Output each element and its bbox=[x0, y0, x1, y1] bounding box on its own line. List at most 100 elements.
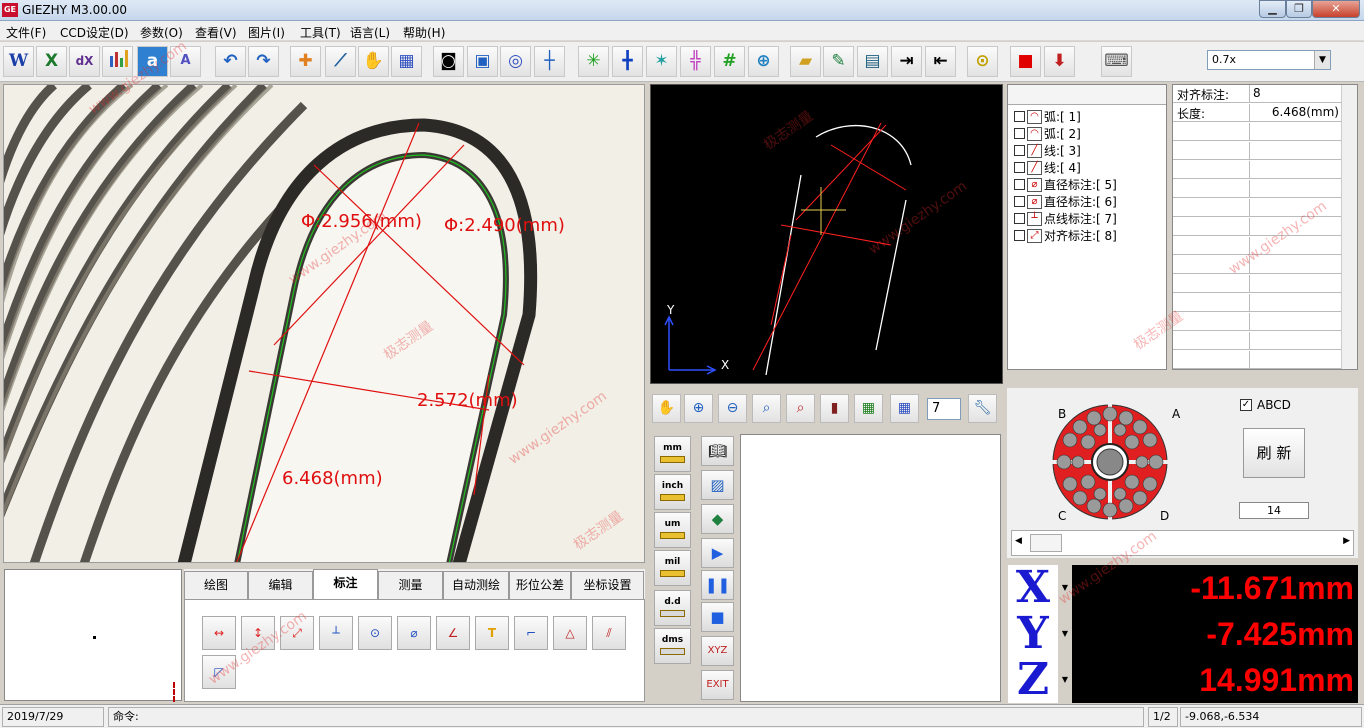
parallel-dim-icon[interactable]: ⫽ bbox=[592, 616, 626, 650]
vertical-dim-icon[interactable]: ↕ bbox=[241, 616, 275, 650]
folder-open-icon[interactable]: ▰ bbox=[790, 46, 821, 77]
image-open-icon[interactable]: ▣ bbox=[467, 46, 498, 77]
menu-tools[interactable]: 工具(T) bbox=[300, 24, 341, 41]
arc-length-icon[interactable]: ◸ bbox=[202, 655, 236, 689]
tab-draw[interactable]: 绘图 bbox=[184, 571, 248, 599]
scroll-right-icon[interactable]: ▶ bbox=[1343, 536, 1350, 546]
pan-hand-icon[interactable]: ✋ bbox=[652, 394, 681, 423]
stop-square-icon[interactable]: ■ bbox=[1010, 46, 1041, 77]
triangle-dim-icon[interactable]: △ bbox=[553, 616, 587, 650]
book-icon[interactable]: ▮ bbox=[820, 394, 849, 423]
layer-field[interactable]: 7 bbox=[927, 398, 961, 420]
list-item[interactable]: ◠ 弧:[ 1] bbox=[1014, 108, 1081, 125]
camera-capture-icon[interactable]: ◙ bbox=[433, 46, 464, 77]
list-item[interactable]: ⌀ 直径标注:[ 5] bbox=[1014, 176, 1117, 193]
camera-image-view[interactable]: Φ:2.956(mm) Φ:2.490(mm) 2.572(mm) 6.468(… bbox=[3, 84, 645, 563]
crosshair-tool-icon[interactable]: ✚ bbox=[290, 46, 321, 77]
aligned-dim-icon[interactable]: ⤢ bbox=[280, 616, 314, 650]
download-icon[interactable]: ⬇ bbox=[1044, 46, 1075, 77]
scroll-thumb[interactable] bbox=[1030, 534, 1062, 552]
open-book-icon[interactable]: 📖︎ bbox=[701, 436, 734, 466]
property-scrollbar[interactable] bbox=[1341, 85, 1357, 369]
exit-icon[interactable]: EXIT bbox=[701, 670, 734, 700]
chevron-down-icon[interactable]: ▼ bbox=[1058, 657, 1072, 703]
grid-icon[interactable]: ▦ bbox=[890, 394, 919, 423]
abcd-checkbox[interactable]: ✓ ABCD bbox=[1240, 398, 1291, 412]
tab-edit[interactable]: 编辑 bbox=[248, 571, 313, 599]
chevron-down-icon[interactable]: ▼ bbox=[1058, 611, 1072, 657]
grid-icon[interactable]: ▦ bbox=[391, 46, 422, 77]
list-item[interactable]: ⤢ 对齐标注:[ 8] bbox=[1014, 227, 1117, 244]
checkbox[interactable] bbox=[1014, 213, 1025, 224]
menu-view[interactable]: 查看(V) bbox=[195, 24, 237, 41]
list-item[interactable]: ╱ 线:[ 3] bbox=[1014, 142, 1081, 159]
list-item[interactable]: ⌀ 直径标注:[ 6] bbox=[1014, 193, 1117, 210]
tab-auto-measure[interactable]: 自动测绘 bbox=[443, 571, 509, 599]
excel-export-icon[interactable]: X bbox=[36, 46, 67, 77]
grid-cross-icon[interactable]: ╬ bbox=[680, 46, 711, 77]
menu-params[interactable]: 参数(O) bbox=[140, 24, 183, 41]
checkbox[interactable] bbox=[1014, 196, 1025, 207]
cross-line-icon[interactable]: ╋ bbox=[612, 46, 643, 77]
list-item[interactable]: ╱ 线:[ 4] bbox=[1014, 159, 1081, 176]
pick-tool-icon[interactable]: ⟋ bbox=[325, 46, 356, 77]
grid-lines-icon[interactable]: # bbox=[714, 46, 745, 77]
star-cross-icon[interactable]: ✳ bbox=[578, 46, 609, 77]
stop-icon[interactable]: ■ bbox=[701, 602, 734, 632]
unit-inch-button[interactable]: inch bbox=[654, 474, 691, 510]
minimize-button[interactable]: ▁ bbox=[1259, 0, 1286, 18]
list-item[interactable]: ┴ 点线标注:[ 7] bbox=[1014, 210, 1117, 227]
command-field[interactable]: 命令: bbox=[108, 707, 1144, 727]
checkbox[interactable] bbox=[1014, 162, 1025, 173]
property-grid[interactable]: 对齐标注: 8 长度: 6.468(mm) bbox=[1172, 84, 1358, 370]
menu-language[interactable]: 语言(L) bbox=[350, 24, 390, 41]
xyz-export-icon[interactable]: XYZ bbox=[701, 636, 734, 666]
circle-cross-icon[interactable]: ⊕ bbox=[748, 46, 779, 77]
checkbox[interactable] bbox=[1014, 179, 1025, 190]
bar-chart-icon[interactable] bbox=[102, 46, 133, 77]
leader-icon[interactable]: ⌐ bbox=[514, 616, 548, 650]
checkbox[interactable] bbox=[1014, 230, 1025, 241]
open-file-icon[interactable]: ▨ bbox=[701, 470, 734, 500]
checkbox[interactable] bbox=[1014, 128, 1025, 139]
calibrate-icon[interactable]: ⊙ bbox=[967, 46, 998, 77]
menu-file[interactable]: 文件(F) bbox=[6, 24, 46, 41]
circle-target-icon[interactable]: ◎ bbox=[500, 46, 531, 77]
menu-help[interactable]: 帮助(H) bbox=[403, 24, 445, 41]
save-disk-icon[interactable]: ◆ bbox=[701, 504, 734, 534]
zoom-window-icon[interactable]: ⌕ bbox=[786, 394, 815, 423]
checkbox[interactable]: ✓ bbox=[1240, 399, 1252, 411]
angle-dim-icon[interactable]: ∠ bbox=[436, 616, 470, 650]
edit-icon[interactable]: ✎ bbox=[823, 46, 854, 77]
pause-icon[interactable]: ❚❚ bbox=[701, 570, 734, 600]
dxf-save-icon[interactable]: dX bbox=[69, 46, 100, 77]
text-tool-icon[interactable]: T bbox=[475, 616, 509, 650]
report-icon[interactable]: A bbox=[170, 46, 201, 77]
tab-gdt[interactable]: 形位公差 bbox=[509, 571, 571, 599]
import-icon[interactable]: ⇥ bbox=[891, 46, 922, 77]
checkbox[interactable] bbox=[1014, 111, 1025, 122]
layout-icon[interactable]: ▦ bbox=[854, 394, 883, 423]
checkbox[interactable] bbox=[1014, 145, 1025, 156]
count-field[interactable]: 14 bbox=[1239, 502, 1309, 519]
redo-icon[interactable]: ↷ bbox=[248, 46, 279, 77]
text-export-icon[interactable]: a bbox=[137, 46, 168, 77]
radius-dim-icon[interactable]: ⊙ bbox=[358, 616, 392, 650]
undo-icon[interactable]: ↶ bbox=[215, 46, 246, 77]
settings-wrench-icon[interactable]: 🔧︎ bbox=[968, 394, 997, 423]
zoom-out-icon[interactable]: ⊖ bbox=[718, 394, 747, 423]
tab-measure[interactable]: 测量 bbox=[378, 571, 443, 599]
crosshair-small-icon[interactable]: ┼ bbox=[534, 46, 565, 77]
zoom-select[interactable]: 0.7x ▼ bbox=[1207, 50, 1331, 70]
unit-um-button[interactable]: um bbox=[654, 512, 691, 548]
tab-annotate[interactable]: 标注 bbox=[313, 569, 378, 600]
word-export-icon[interactable]: W bbox=[3, 46, 34, 77]
object-list[interactable]: ◠ 弧:[ 1] ◠ 弧:[ 2] ╱ 线:[ 3] ╱ 线:[ 4] ⌀ 直径标注:[ … bbox=[1007, 84, 1167, 370]
horizontal-scrollbar[interactable]: ◀ ▶ bbox=[1011, 530, 1354, 556]
zoom-fit-icon[interactable]: ⌕ bbox=[752, 394, 781, 423]
unit-mm-button[interactable]: mm bbox=[654, 436, 691, 472]
star-cross-2-icon[interactable]: ✶ bbox=[646, 46, 677, 77]
chevron-down-icon[interactable]: ▼ bbox=[1058, 565, 1072, 611]
export-icon[interactable]: ⇤ bbox=[925, 46, 956, 77]
unit-mil-button[interactable]: mil bbox=[654, 550, 691, 586]
